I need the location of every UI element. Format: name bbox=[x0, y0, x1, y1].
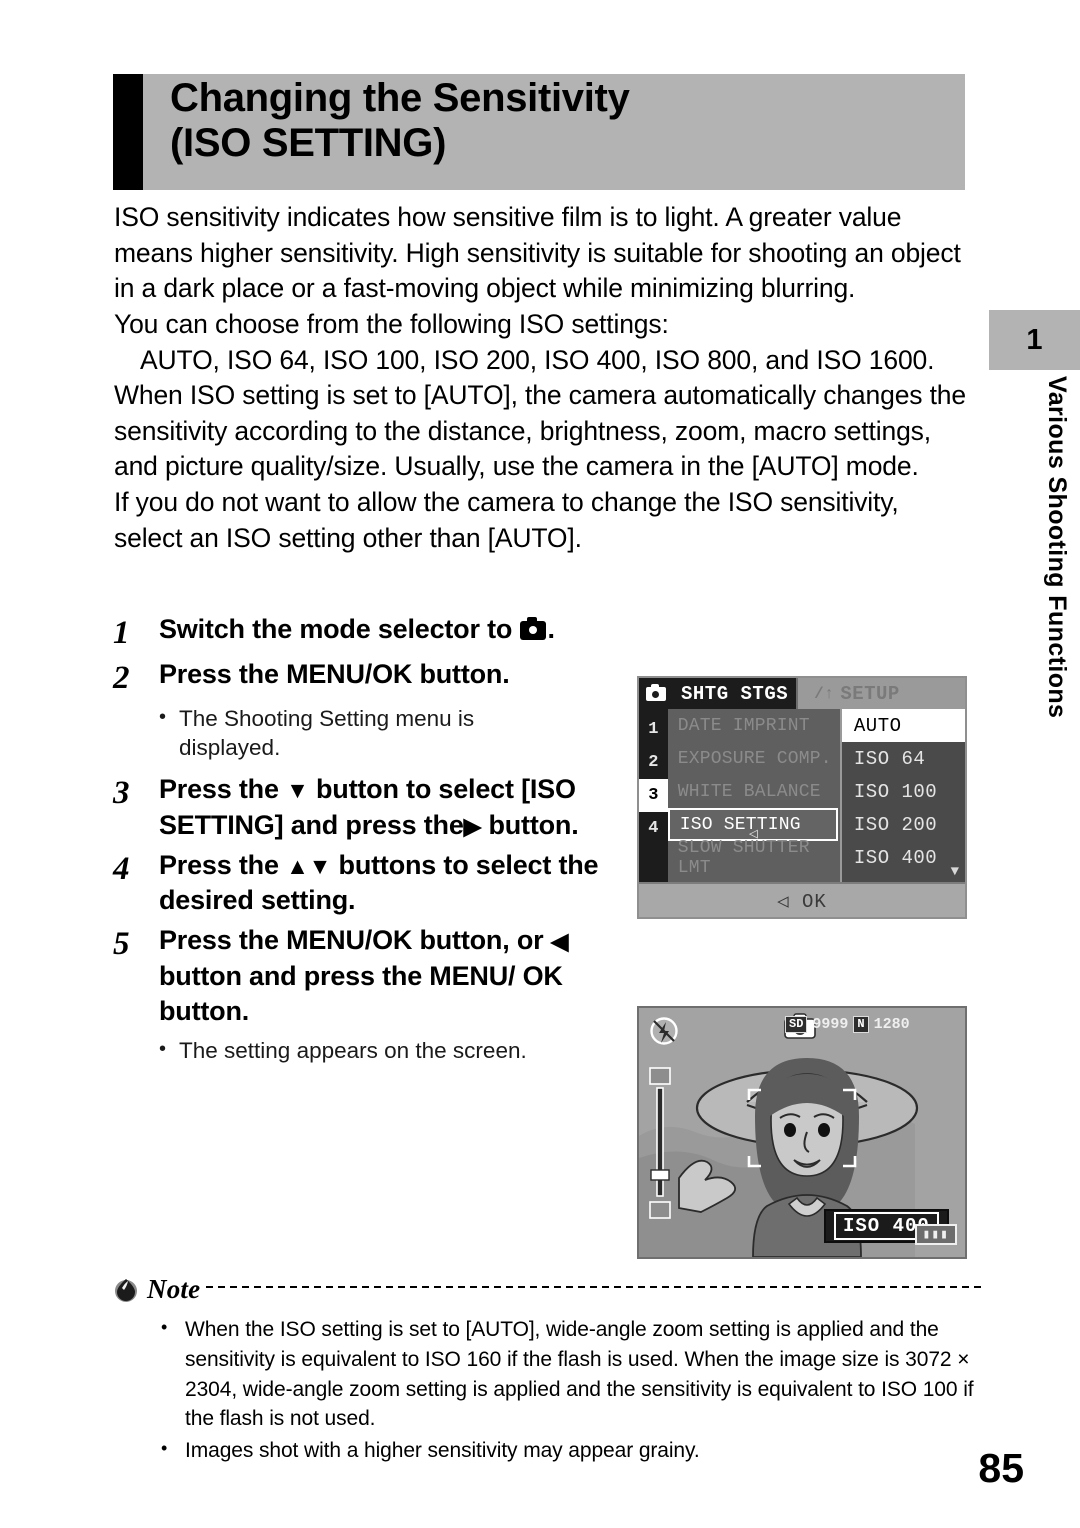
note-marker-icon bbox=[113, 1277, 139, 1303]
ok-label: OK bbox=[802, 890, 827, 913]
step-3-text: Press the ▼ button to select [ISO SETTIN… bbox=[159, 772, 653, 843]
bullet-dot-icon: • bbox=[161, 1438, 168, 1459]
note-divider bbox=[206, 1285, 981, 1288]
step-5-text-after: button and press the MENU/ OK button. bbox=[159, 960, 563, 1027]
iso-option-400[interactable]: ISO 400 bbox=[842, 841, 965, 874]
lcd-menu-body: 1 2 3 4 DATE IMPRINT EXPOSURE COMP. WHIT… bbox=[639, 709, 965, 882]
intro-text-block: ISO sensitivity indicates how sensitive … bbox=[114, 200, 969, 556]
bullet-dot-icon: • bbox=[159, 1037, 167, 1060]
step-5: 5 Press the MENU/OK button, or ◀ button … bbox=[113, 923, 653, 1030]
iso-option-200[interactable]: ISO 200 bbox=[842, 808, 965, 841]
header-accent-bar bbox=[113, 74, 143, 190]
tab-setup[interactable]: /↑ SETUP bbox=[796, 678, 965, 709]
menu-item-white-balance[interactable]: WHITE BALANCE bbox=[668, 775, 840, 808]
note-label: Note bbox=[147, 1274, 201, 1304]
lcd-page-indices: 1 2 3 4 bbox=[639, 709, 668, 882]
intro-paragraph-2: You can choose from the following ISO se… bbox=[114, 308, 669, 339]
step-5-bullet: • The setting appears on the screen. bbox=[159, 1036, 653, 1065]
step-3: 3 Press the ▼ button to select [ISO SETT… bbox=[113, 772, 653, 843]
step-1: 1 Switch the mode selector to . bbox=[113, 612, 653, 653]
page-index-2[interactable]: 2 bbox=[639, 746, 668, 779]
intro-paragraph-4: When ISO setting is set to [AUTO], the c… bbox=[114, 380, 966, 482]
step-5-text-before: Press the MENU/OK button, or bbox=[159, 924, 544, 955]
ok-arrow-icon: ◁ bbox=[777, 891, 790, 913]
note-item-1: • When the ISO setting is set to [AUTO],… bbox=[113, 1315, 981, 1434]
step-2-bullet: • The Shooting Setting menu is displayed… bbox=[159, 704, 653, 763]
tab-shooting-settings[interactable]: SHTG STGS bbox=[673, 678, 797, 709]
arrow-up-down-icon: ▲▼ bbox=[286, 852, 332, 879]
step-1-text: Switch the mode selector to . bbox=[159, 612, 653, 648]
arrow-left-icon: ◀ bbox=[550, 927, 569, 954]
camera-icon bbox=[520, 617, 547, 640]
lcd-tab-bar: SHTG STGS /↑ SETUP bbox=[639, 678, 965, 709]
step-1-text-before: Switch the mode selector to bbox=[159, 614, 513, 644]
arrow-right-icon: ▶ bbox=[463, 813, 482, 839]
lcd-iso-value-list: AUTO ISO 64 ISO 100 ISO 200 ISO 400 ▼ bbox=[839, 709, 965, 882]
intro-paragraph-5: If you do not want to allow the camera t… bbox=[114, 487, 899, 553]
step-5-number: 5 bbox=[113, 925, 130, 962]
page-title-line2: (ISO SETTING) bbox=[170, 121, 447, 166]
shooting-mode-icon bbox=[639, 678, 673, 709]
step-5-text: Press the MENU/OK button, or ◀ button an… bbox=[159, 923, 653, 1030]
caret-left-icon: ◁ bbox=[748, 826, 758, 843]
lcd-menu-screenshot: SHTG STGS /↑ SETUP 1 2 3 4 DATE IMPRINT E… bbox=[637, 676, 967, 919]
page-title-line1: Changing the Sensitivity bbox=[170, 76, 630, 120]
step-3-text-after2: button. bbox=[488, 810, 579, 840]
page-index-4[interactable]: 4 bbox=[639, 812, 668, 845]
lcd-menu-items: DATE IMPRINT EXPOSURE COMP. WHITE BALANC… bbox=[667, 709, 840, 882]
menu-item-exposure-comp[interactable]: EXPOSURE COMP. bbox=[668, 742, 840, 775]
preview-osd-top: SD 9999 N 1280 bbox=[785, 1016, 910, 1034]
step-1-text-after: . bbox=[547, 614, 555, 644]
bullet-dot-icon: • bbox=[159, 705, 167, 728]
shots-remaining: 9999 bbox=[812, 1016, 849, 1034]
intro-paragraph-3: AUTO, ISO 64, ISO 100, ISO 200, ISO 400,… bbox=[140, 344, 935, 375]
note-section: Note • When the ISO setting is set to [A… bbox=[113, 1274, 981, 1468]
image-size-label: 1280 bbox=[873, 1016, 910, 1034]
procedure-steps: 1 Switch the mode selector to . 2 Press … bbox=[113, 612, 653, 1075]
step-2-text-before: Press the MENU/OK button. bbox=[159, 658, 510, 689]
step-3-number: 3 bbox=[113, 775, 130, 812]
page-title: Changing the Sensitivity (ISO SETTING) bbox=[170, 76, 870, 166]
page-number: 85 bbox=[978, 1445, 1024, 1491]
bullet-dot-icon: • bbox=[161, 1317, 168, 1337]
step-2-text: Press the MENU/OK button. bbox=[159, 657, 653, 693]
step-5-bullet-text: The setting appears on the screen. bbox=[179, 1037, 527, 1063]
quality-badge-icon: N bbox=[853, 1016, 869, 1034]
iso-option-64[interactable]: ISO 64 bbox=[842, 742, 965, 775]
iso-option-100[interactable]: ISO 100 bbox=[842, 775, 965, 808]
menu-item-slow-shutter-lmt[interactable]: SLOW SHUTTER LMT bbox=[668, 838, 840, 878]
note-item-2-text: Images shot with a higher sensitivity ma… bbox=[185, 1439, 700, 1463]
iso-option-auto[interactable]: AUTO bbox=[841, 709, 965, 742]
step-1-number: 1 bbox=[113, 615, 130, 651]
lcd-footer-bar: ◁ OK bbox=[639, 882, 965, 917]
lcd-preview-screenshot: SD 9999 N 1280 ISO 400 ▮▮▮ bbox=[637, 1006, 967, 1259]
battery-icon: ▮▮▮ bbox=[914, 1224, 957, 1245]
step-3-text-before: Press the bbox=[159, 774, 279, 805]
step-2-bullet-text: The Shooting Setting menu is displayed. bbox=[179, 705, 475, 761]
page-index-3[interactable]: 3 bbox=[639, 779, 668, 812]
step-4: 4 Press the ▲▼ buttons to select the des… bbox=[113, 848, 653, 919]
step-4-text: Press the ▲▼ buttons to select the desir… bbox=[159, 848, 653, 919]
sd-card-icon: SD bbox=[785, 1016, 808, 1034]
chapter-title-vertical: Various Shooting Functions bbox=[1043, 376, 1071, 719]
step-2: 2 Press the MENU/OK button. bbox=[113, 657, 653, 698]
note-header: Note bbox=[113, 1274, 981, 1305]
note-items: • When the ISO setting is set to [AUTO],… bbox=[113, 1315, 981, 1466]
step-4-number: 4 bbox=[113, 850, 130, 887]
tab-setup-label: SETUP bbox=[840, 682, 900, 705]
step-4-text-before: Press the bbox=[159, 849, 279, 880]
note-item-1-text: When the ISO setting is set to [AUTO], w… bbox=[185, 1318, 974, 1431]
intro-paragraph-1: ISO sensitivity indicates how sensitive … bbox=[114, 202, 961, 304]
step-2-number: 2 bbox=[113, 659, 130, 696]
page-index-1[interactable]: 1 bbox=[639, 713, 668, 746]
wrench-icon: /↑ bbox=[814, 684, 835, 703]
note-item-2: • Images shot with a higher sensitivity … bbox=[113, 1436, 981, 1466]
arrow-down-icon: ▼ bbox=[286, 777, 309, 804]
scroll-down-icon[interactable]: ▼ bbox=[951, 864, 959, 880]
chapter-number-tab: 1 bbox=[989, 310, 1080, 370]
menu-item-date-imprint[interactable]: DATE IMPRINT bbox=[668, 709, 840, 742]
